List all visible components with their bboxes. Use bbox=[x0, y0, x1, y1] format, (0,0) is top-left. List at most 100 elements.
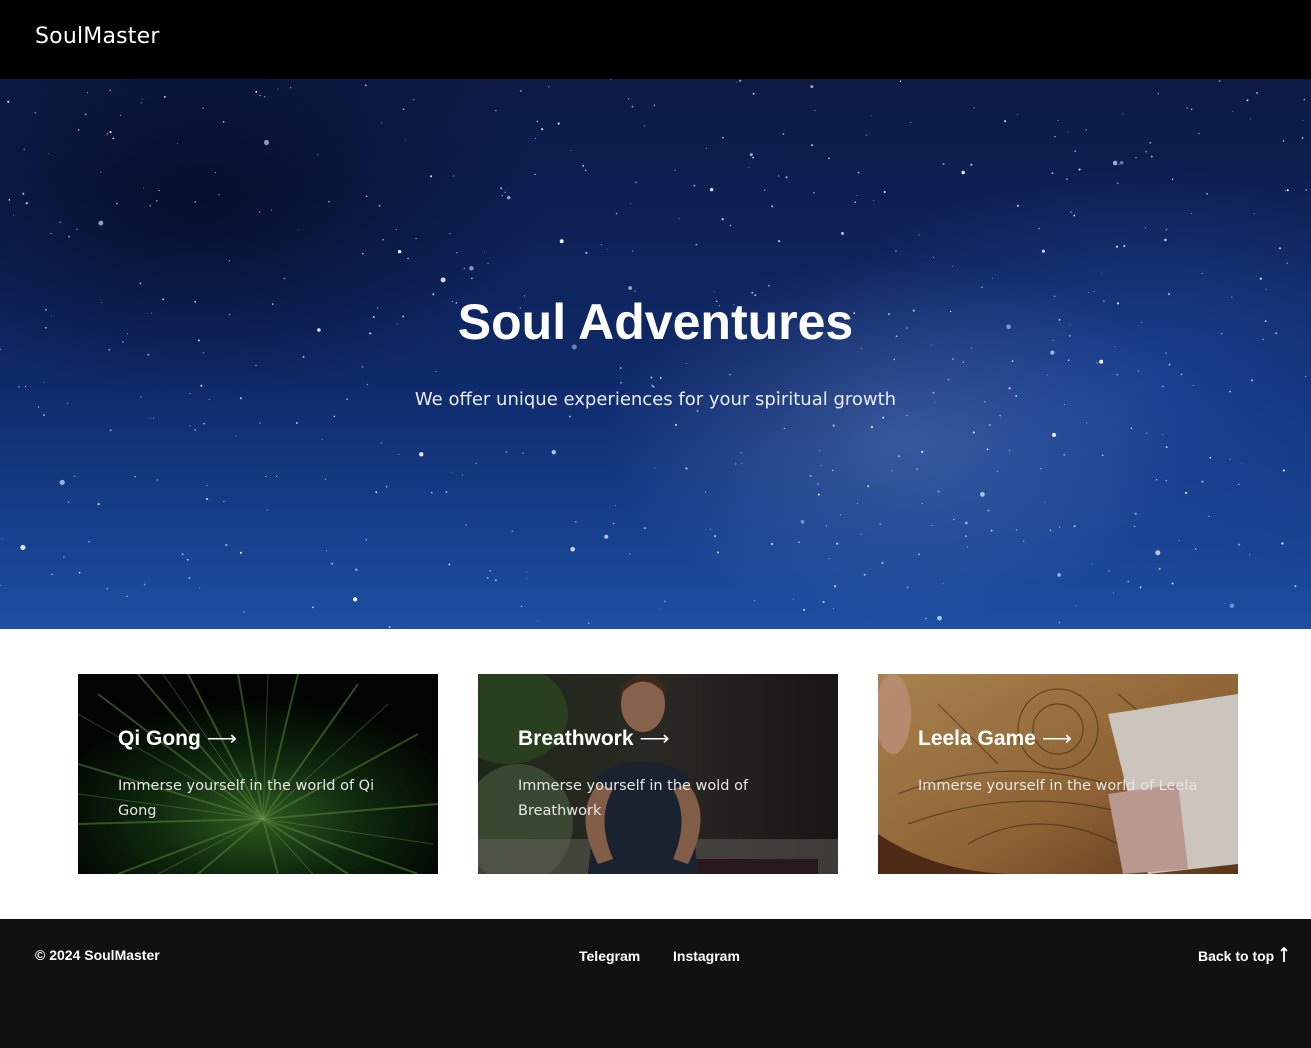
star bbox=[59, 479, 65, 485]
star bbox=[778, 240, 781, 243]
star bbox=[1119, 160, 1124, 165]
star bbox=[1305, 189, 1307, 191]
star bbox=[25, 202, 28, 205]
star bbox=[7, 100, 10, 103]
star bbox=[1066, 178, 1068, 180]
star bbox=[112, 137, 115, 140]
star bbox=[643, 527, 647, 530]
card-leela-game[interactable]: Leela Game ⟶ Immerse yourself in the worl… bbox=[878, 674, 1238, 874]
star bbox=[365, 538, 368, 541]
star bbox=[962, 361, 965, 363]
star bbox=[0, 584, 1, 586]
star bbox=[704, 491, 707, 493]
arrow-right-icon: ⟶ bbox=[1041, 727, 1073, 750]
star bbox=[798, 541, 800, 543]
star bbox=[782, 133, 785, 135]
star bbox=[259, 211, 261, 213]
back-to-top-link[interactable]: Back to top bbox=[1198, 947, 1288, 964]
star bbox=[362, 252, 364, 255]
star bbox=[504, 191, 506, 194]
star bbox=[23, 148, 26, 151]
star bbox=[748, 167, 750, 169]
star bbox=[106, 588, 108, 590]
star bbox=[259, 94, 261, 97]
star bbox=[149, 205, 151, 207]
star bbox=[557, 122, 560, 125]
star bbox=[1251, 379, 1254, 382]
star bbox=[942, 583, 944, 585]
star bbox=[1165, 228, 1168, 231]
star bbox=[551, 450, 556, 455]
star bbox=[614, 505, 617, 507]
telegram-link[interactable]: Telegram bbox=[579, 948, 640, 964]
star bbox=[910, 121, 912, 123]
star bbox=[88, 540, 90, 543]
star bbox=[961, 170, 965, 175]
star bbox=[109, 429, 112, 432]
star bbox=[942, 162, 945, 166]
star bbox=[120, 114, 122, 116]
star bbox=[1123, 245, 1126, 248]
star bbox=[809, 474, 812, 477]
star bbox=[235, 435, 237, 437]
star bbox=[1144, 227, 1147, 229]
star bbox=[1149, 141, 1152, 144]
star bbox=[1256, 92, 1258, 94]
star bbox=[918, 553, 920, 556]
star bbox=[84, 113, 87, 116]
star bbox=[177, 142, 178, 144]
star bbox=[1282, 469, 1285, 472]
star bbox=[1075, 605, 1077, 607]
star bbox=[24, 385, 27, 387]
star bbox=[263, 139, 270, 146]
star bbox=[980, 492, 985, 497]
star bbox=[202, 351, 205, 354]
star bbox=[610, 79, 612, 81]
arrow-right-icon: ⟶ bbox=[206, 727, 237, 750]
card-breathwork[interactable]: Breathwork ⟶ Immerse yourself in the wold… bbox=[478, 674, 838, 874]
star bbox=[833, 608, 834, 610]
star bbox=[981, 286, 983, 289]
star bbox=[836, 542, 839, 545]
arrow-right-icon: ⟶ bbox=[639, 727, 670, 750]
star bbox=[126, 595, 128, 597]
star bbox=[388, 626, 391, 628]
star bbox=[964, 535, 967, 538]
star bbox=[663, 600, 666, 603]
star bbox=[1284, 190, 1287, 192]
star bbox=[1248, 554, 1251, 556]
star bbox=[1155, 550, 1161, 556]
brand-logo-link[interactable]: SoulMaster bbox=[35, 24, 160, 49]
star bbox=[1209, 456, 1212, 459]
star bbox=[752, 156, 754, 159]
star bbox=[1168, 363, 1171, 366]
star bbox=[685, 362, 687, 364]
star bbox=[650, 376, 653, 379]
star bbox=[584, 169, 587, 172]
star bbox=[1150, 155, 1153, 158]
star bbox=[856, 195, 858, 196]
star bbox=[1171, 178, 1174, 181]
star bbox=[1165, 479, 1168, 482]
star bbox=[1067, 359, 1070, 362]
star bbox=[749, 153, 753, 157]
star bbox=[1286, 189, 1289, 192]
star bbox=[1041, 249, 1045, 253]
star bbox=[407, 257, 409, 260]
star bbox=[570, 150, 572, 151]
star bbox=[364, 84, 367, 87]
card-qi-gong[interactable]: Qi Gong ⟶ Immerse yourself in the world o… bbox=[78, 674, 438, 874]
star bbox=[397, 250, 402, 254]
starfield-background bbox=[0, 79, 1307, 628]
star bbox=[987, 509, 990, 512]
star bbox=[68, 235, 71, 238]
star bbox=[833, 585, 837, 588]
star bbox=[445, 490, 448, 494]
star bbox=[717, 551, 720, 554]
star bbox=[312, 606, 314, 609]
star bbox=[8, 199, 11, 201]
instagram-link[interactable]: Instagram bbox=[673, 948, 740, 964]
star bbox=[486, 577, 489, 579]
star bbox=[828, 157, 830, 160]
star bbox=[856, 502, 859, 505]
